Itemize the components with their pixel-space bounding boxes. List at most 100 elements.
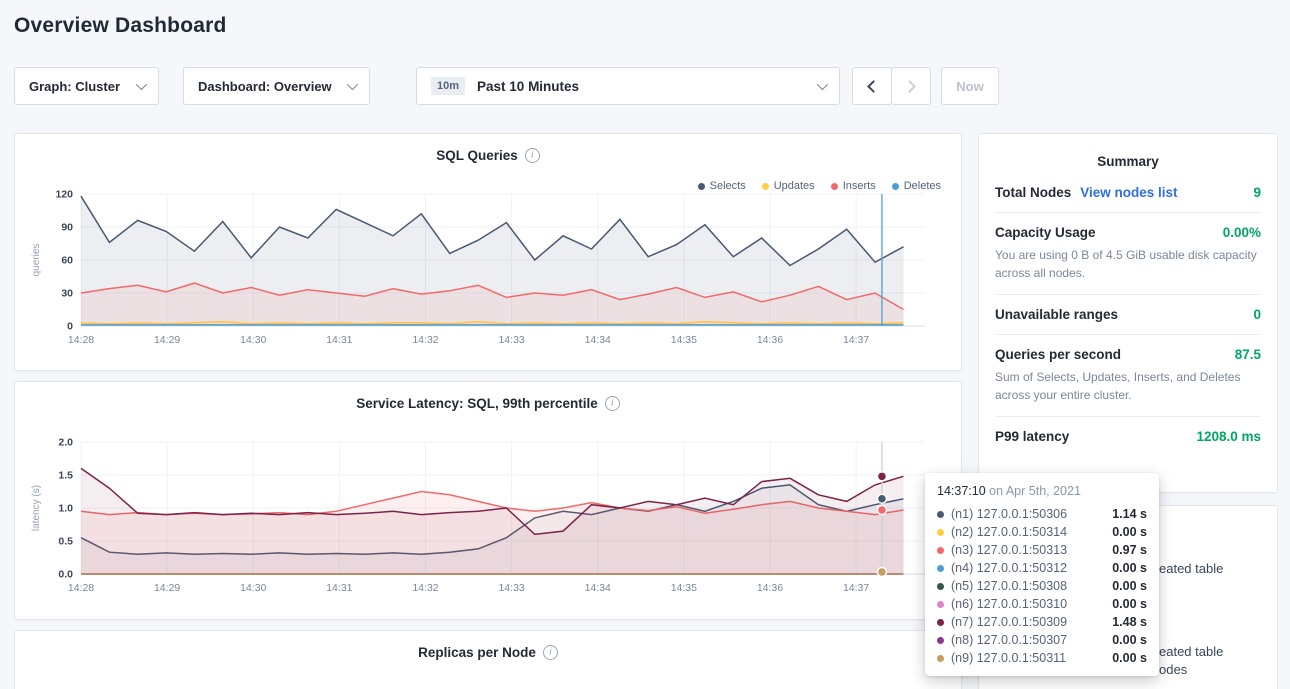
chart-header: Replicas per Node i bbox=[15, 631, 961, 660]
svg-text:14:29: 14:29 bbox=[154, 582, 180, 594]
svg-text:30: 30 bbox=[61, 288, 73, 300]
svg-text:queries: queries bbox=[31, 244, 42, 277]
summary-label: Capacity Usage bbox=[995, 225, 1096, 240]
service-latency-chart[interactable]: latency (s)0.00.51.01.52.014:2814:2914:3… bbox=[25, 432, 945, 600]
summary-row-queries-per-second: Queries per second 87.5 Sum of Selects, … bbox=[995, 334, 1261, 416]
svg-text:14:31: 14:31 bbox=[326, 334, 352, 346]
dashboard-dropdown[interactable]: Dashboard: Overview bbox=[183, 67, 370, 105]
summary-subtext: Sum of Selects, Updates, Inserts, and De… bbox=[995, 368, 1261, 404]
svg-text:0.0: 0.0 bbox=[58, 569, 73, 581]
view-nodes-list-link[interactable]: View nodes list bbox=[1080, 185, 1177, 200]
svg-text:14:31: 14:31 bbox=[326, 582, 352, 594]
summary-label: Unavailable ranges bbox=[995, 307, 1118, 322]
series-color-dot bbox=[937, 511, 944, 518]
time-back-button[interactable] bbox=[852, 67, 892, 105]
svg-text:14:32: 14:32 bbox=[412, 334, 438, 346]
summary-row-total-nodes: Total Nodes View nodes list 9 bbox=[995, 173, 1261, 212]
chart-title: Service Latency: SQL, 99th percentile bbox=[356, 396, 598, 411]
tooltip-series-value: 1.14 s bbox=[1112, 507, 1147, 521]
event-row-fragment: odes bbox=[1159, 662, 1187, 677]
tooltip-date: on Apr 5th, 2021 bbox=[989, 484, 1081, 498]
series-color-dot bbox=[937, 583, 944, 590]
dashboard-dropdown-label: Dashboard: Overview bbox=[198, 79, 332, 94]
summary-value: 9 bbox=[1253, 185, 1261, 200]
svg-text:14:28: 14:28 bbox=[68, 334, 94, 346]
tooltip-series-row: (n1) 127.0.0.1:50306 1.14 s bbox=[937, 505, 1147, 523]
chart-hover-tooltip: 14:37:10 on Apr 5th, 2021 (n1) 127.0.0.1… bbox=[925, 473, 1159, 676]
tooltip-series-row: (n7) 127.0.0.1:503091.48 s bbox=[937, 613, 1147, 631]
summary-row-p99-latency: P99 latency 1208.0 ms bbox=[995, 416, 1261, 456]
svg-text:14:34: 14:34 bbox=[585, 334, 611, 346]
tooltip-series-value: 0.00 s bbox=[1112, 525, 1147, 539]
svg-text:14:36: 14:36 bbox=[757, 334, 783, 346]
sql-queries-card: SQL Queries i SelectsUpdatesInsertsDelet… bbox=[14, 133, 962, 371]
tooltip-series-value: 1.48 s bbox=[1112, 615, 1147, 629]
svg-text:14:28: 14:28 bbox=[68, 582, 94, 594]
chart-header: Service Latency: SQL, 99th percentile i bbox=[15, 382, 961, 411]
tooltip-series-row: (n3) 127.0.0.1:503130.97 s bbox=[937, 541, 1147, 559]
tooltip-series-row: (n9) 127.0.0.1:50311 0.00 s bbox=[937, 649, 1147, 667]
svg-text:14:32: 14:32 bbox=[412, 582, 438, 594]
summary-panel: Summary Total Nodes View nodes list 9 Ca… bbox=[978, 133, 1278, 493]
series-color-dot bbox=[937, 655, 944, 662]
sql-queries-chart[interactable]: queries030609012014:2814:2914:3014:3114:… bbox=[25, 184, 945, 352]
series-color-dot bbox=[937, 601, 944, 608]
svg-text:90: 90 bbox=[61, 222, 73, 234]
tooltip-series-row: (n5) 127.0.0.1:50308 0.00 s bbox=[937, 577, 1147, 595]
svg-text:14:35: 14:35 bbox=[671, 582, 697, 594]
tooltip-series-row: (n8) 127.0.0.1:50307 0.00 s bbox=[937, 631, 1147, 649]
svg-text:0: 0 bbox=[67, 321, 73, 333]
chevron-down-icon bbox=[136, 79, 147, 90]
svg-text:60: 60 bbox=[61, 255, 73, 267]
graph-dropdown[interactable]: Graph: Cluster bbox=[14, 67, 159, 105]
tooltip-series-value: 0.00 s bbox=[1112, 633, 1147, 647]
svg-text:latency (s): latency (s) bbox=[31, 485, 42, 531]
time-forward-button[interactable] bbox=[891, 67, 931, 105]
svg-text:14:33: 14:33 bbox=[498, 582, 524, 594]
chevron-left-icon bbox=[867, 80, 880, 93]
info-icon[interactable]: i bbox=[605, 396, 620, 411]
tooltip-series-label: (n1) 127.0.0.1:50306 bbox=[951, 507, 1067, 521]
summary-subtext: You are using 0 B of 4.5 GiB usable disk… bbox=[995, 246, 1261, 282]
tooltip-series-label: (n5) 127.0.0.1:50308 bbox=[951, 579, 1067, 593]
tooltip-series-value: 0.00 s bbox=[1112, 561, 1147, 575]
series-color-dot bbox=[937, 637, 944, 644]
summary-value: 0 bbox=[1253, 307, 1261, 322]
page-title: Overview Dashboard bbox=[14, 14, 227, 38]
chevron-right-icon bbox=[903, 80, 916, 93]
replicas-per-node-card: Replicas per Node i bbox=[14, 630, 962, 689]
tooltip-series-label: (n9) 127.0.0.1:50311 bbox=[951, 651, 1066, 665]
tooltip-series-value: 0.00 s bbox=[1112, 597, 1147, 611]
summary-title: Summary bbox=[979, 134, 1277, 173]
time-range-picker[interactable]: 10m Past 10 Minutes bbox=[416, 67, 840, 105]
info-icon[interactable]: i bbox=[525, 148, 540, 163]
tooltip-series-value: 0.00 s bbox=[1112, 579, 1147, 593]
chart-header: SQL Queries i bbox=[15, 134, 961, 163]
tooltip-series-row: (n4) 127.0.0.1:50312 0.00 s bbox=[937, 559, 1147, 577]
event-row-fragment: eated table bbox=[1159, 561, 1223, 576]
time-range-label: Past 10 Minutes bbox=[477, 79, 579, 94]
svg-text:120: 120 bbox=[55, 189, 73, 201]
series-color-dot bbox=[937, 529, 944, 536]
summary-row-capacity-usage: Capacity Usage 0.00% You are using 0 B o… bbox=[995, 212, 1261, 294]
tooltip-series-value: 0.97 s bbox=[1112, 543, 1147, 557]
svg-text:14:30: 14:30 bbox=[240, 334, 266, 346]
svg-text:14:34: 14:34 bbox=[585, 582, 611, 594]
summary-value: 1208.0 ms bbox=[1196, 429, 1261, 444]
summary-label: Queries per second bbox=[995, 347, 1121, 362]
summary-label: Total Nodes bbox=[995, 185, 1071, 200]
toolbar: Graph: Cluster Dashboard: Overview 10m P… bbox=[14, 67, 999, 105]
svg-text:14:30: 14:30 bbox=[240, 582, 266, 594]
tooltip-series-value: 0.00 s bbox=[1112, 651, 1147, 665]
summary-row-unavailable-ranges: Unavailable ranges 0 bbox=[995, 294, 1261, 334]
svg-text:1.0: 1.0 bbox=[58, 503, 73, 515]
info-icon[interactable]: i bbox=[543, 645, 558, 660]
chevron-down-icon bbox=[347, 79, 358, 90]
now-button[interactable]: Now bbox=[941, 67, 999, 105]
tooltip-series-label: (n2) 127.0.0.1:50314 bbox=[951, 525, 1067, 539]
graph-dropdown-label: Graph: Cluster bbox=[29, 79, 120, 94]
tooltip-series-label: (n4) 127.0.0.1:50312 bbox=[951, 561, 1067, 575]
tooltip-series-label: (n8) 127.0.0.1:50307 bbox=[951, 633, 1067, 647]
tooltip-series-row: (n2) 127.0.0.1:50314 0.00 s bbox=[937, 523, 1147, 541]
svg-text:14:37: 14:37 bbox=[843, 582, 869, 594]
